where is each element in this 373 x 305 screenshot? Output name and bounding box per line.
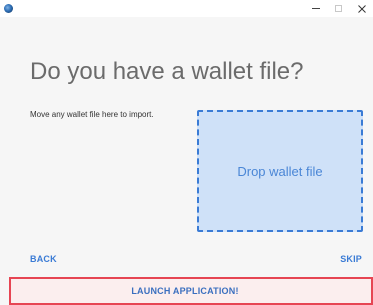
app-window: Do you have a wallet file? Move any wall… bbox=[0, 0, 373, 305]
wallet-file-dropzone[interactable]: Drop wallet file bbox=[197, 110, 363, 232]
launch-application-button[interactable]: LAUNCH APPLICATION! bbox=[9, 277, 373, 305]
minimize-button[interactable] bbox=[305, 0, 327, 17]
dropzone-label: Drop wallet file bbox=[237, 163, 323, 179]
skip-button[interactable]: SKIP bbox=[340, 254, 362, 264]
back-button[interactable]: BACK bbox=[30, 254, 57, 264]
import-hint: Move any wallet file here to import. bbox=[30, 110, 154, 119]
app-logo-icon bbox=[4, 4, 13, 13]
title-bar bbox=[0, 0, 373, 17]
maximize-button[interactable] bbox=[327, 0, 349, 17]
minimize-icon bbox=[312, 8, 320, 9]
maximize-icon bbox=[334, 5, 342, 12]
close-icon bbox=[358, 4, 366, 13]
launch-application-label: LAUNCH APPLICATION! bbox=[131, 286, 239, 296]
page-title: Do you have a wallet file? bbox=[30, 58, 304, 85]
close-button[interactable] bbox=[351, 0, 373, 17]
